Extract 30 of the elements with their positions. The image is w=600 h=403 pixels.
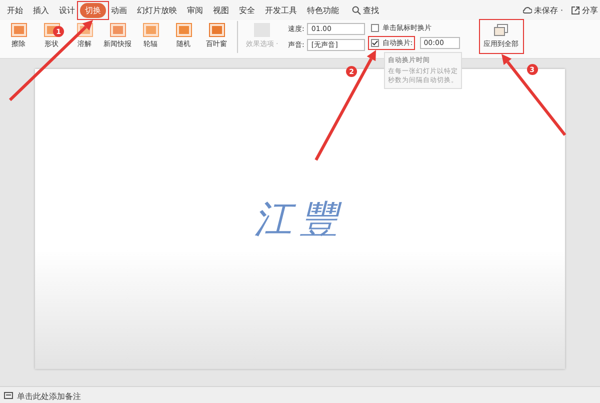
checkbox-box[interactable] <box>371 24 380 32</box>
ribbon-tab[interactable]: 插入 <box>28 2 54 18</box>
share-button[interactable]: 分享 <box>571 4 598 16</box>
slide-title: 江豐 <box>254 196 346 242</box>
notes-icon <box>4 392 13 400</box>
ribbon-tab[interactable]: 设计 <box>54 2 80 18</box>
ribbon-tab[interactable]: 视图 <box>208 2 234 18</box>
transition-thumbnail-icon <box>10 23 26 37</box>
ribbon-tab[interactable]: 安全 <box>234 2 260 18</box>
ribbon-tab[interactable]: 开始 <box>2 2 28 18</box>
transition-thumbnail-icon <box>208 23 224 37</box>
ribbon-tab[interactable]: 幻灯片放映 <box>132 2 182 18</box>
highlight-frame <box>368 36 415 50</box>
notes-placeholder[interactable]: 单击此处添加备注 <box>17 390 81 402</box>
slides-stack-icon <box>494 24 508 36</box>
transition-thumbnail-icon <box>176 23 192 37</box>
search-button[interactable]: 查找 <box>352 4 379 16</box>
transition-thumbnail-icon <box>110 23 126 37</box>
search-icon <box>352 6 361 14</box>
save-status-button[interactable]: 未保存 · <box>522 4 563 16</box>
checkbox-box[interactable] <box>371 39 380 47</box>
highlight-frame <box>77 1 109 20</box>
ribbon-tab[interactable]: 开发工具 <box>260 2 302 18</box>
ribbon-tab[interactable]: 审阅 <box>182 2 208 18</box>
highlight-frame <box>479 19 524 54</box>
share-icon <box>571 6 580 14</box>
ribbon-tab[interactable]: 动画 <box>106 2 132 18</box>
transition-thumbnail-icon <box>142 23 158 37</box>
cloud-icon <box>522 6 532 14</box>
ribbon-tab[interactable]: 特色功能 <box>302 2 344 18</box>
